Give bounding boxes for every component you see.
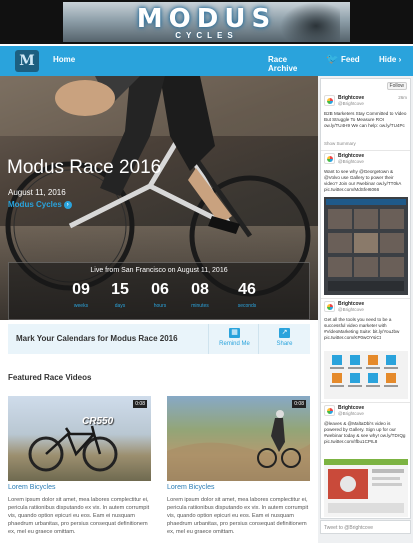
countdown-minutes: 08 (191, 281, 209, 298)
video-duration-badge: 0:08 (133, 400, 147, 408)
hero-title: Modus Race 2016 (7, 157, 162, 178)
live-label: Live from San Francisco on August 11, 20… (90, 267, 228, 274)
nav-home-link[interactable]: Home (53, 55, 75, 64)
tweet-video-grid-image[interactable] (324, 197, 408, 295)
video-brand-text: CR550 (82, 416, 114, 427)
show-summary-link[interactable]: Show Summary (324, 141, 356, 146)
video-card-body-1: Lorem ipsum dolor sit amet, mea labores … (8, 497, 150, 535)
twitter-feed-panel: Follow Brightcove @Brightcove 26m B2B Ma… (318, 76, 413, 543)
video-thumbnail-1[interactable]: CR550 0:08 (8, 396, 151, 481)
countdown-minutes-unit: minutes (191, 303, 209, 309)
tweet-webpage-image[interactable] (324, 459, 408, 517)
hide-feed-button[interactable]: Hide › (379, 55, 401, 64)
featured-videos-heading: Featured Race Videos (8, 373, 92, 382)
countdown-weeks-unit: weeks (73, 303, 89, 309)
brightcove-avatar (324, 405, 335, 416)
tweet[interactable]: Brightcove @Brightcove 26m B2B Marketers… (321, 93, 410, 151)
remind-me-button[interactable]: ▦ Remind Me (208, 324, 260, 354)
tweet[interactable]: Brightcove @Brightcove Want to see why @… (321, 151, 410, 299)
brand-logo[interactable]: MODUS (63, 4, 350, 34)
bike-image-1 (28, 425, 118, 472)
countdown-hours: 06 (151, 281, 169, 298)
tweet[interactable]: Brightcove @Brightcove @leaves & @MaltaD… (321, 403, 410, 518)
share-button[interactable]: ↗ Share (258, 324, 310, 354)
hide-label: Hide (379, 55, 397, 64)
twitter-bird-icon: 🐦 (326, 54, 339, 65)
tweet-to-input[interactable]: Tweet to @Brightcove (320, 520, 411, 534)
tweet-handle: @Brightcove (338, 411, 364, 416)
video-card-body-2: Lorem ipsum dolor sit amet, mea labores … (167, 497, 309, 535)
twitter-timeline[interactable]: Follow Brightcove @Brightcove 26m B2B Ma… (320, 78, 411, 519)
banner-image: MODUS CYCLES (63, 2, 350, 42)
tweet-time: 26m (398, 95, 407, 100)
top-banner: MODUS CYCLES (0, 0, 413, 44)
feed-header: 🐦 Feed Hide › (318, 46, 413, 76)
video-thumbnail-2[interactable]: 0:08 (167, 396, 310, 481)
top-navbar: M Home Race Archive (0, 46, 318, 76)
tweet-text: B2B Marketers Stay Committed to Video Bu… (324, 111, 407, 128)
brightcove-avatar (324, 95, 335, 106)
rider-image-2 (167, 410, 310, 481)
follow-button[interactable]: Follow (386, 82, 407, 90)
share-label: Share (276, 341, 293, 347)
countdown-days-unit: days (114, 303, 126, 309)
countdown-panel: Live from San Francisco on August 11, 20… (8, 262, 310, 320)
tweet-icons-image[interactable] (324, 351, 408, 399)
brightcove-avatar (324, 153, 335, 164)
calendar-bar: Mark Your Calendars for Modus Race 2016 … (8, 324, 310, 354)
countdown-days: 15 (111, 281, 129, 298)
brightcove-avatar (324, 301, 335, 312)
countdown-weeks: 09 (72, 281, 90, 298)
hero-date: August 11, 2016 (8, 188, 66, 197)
countdown-seconds: 46 (238, 281, 256, 298)
video-duration-badge: 0:08 (292, 400, 306, 408)
nav-race-archive-link[interactable]: Race Archive (268, 55, 318, 73)
hero-section: Modus Race 2016 August 11, 2016 Modus Cy… (0, 76, 318, 320)
organizer-label: Modus Cycles (8, 200, 62, 209)
tweet-handle: @Brightcove (338, 159, 364, 164)
tweet[interactable]: Brightcove @Brightcove Get all the tools… (321, 299, 410, 403)
countdown-hours-unit: hours (153, 303, 167, 309)
feed-label: Feed (341, 55, 360, 64)
calendar-text: Mark Your Calendars for Modus Race 2016 (16, 334, 178, 343)
calendar-icon: ▦ (229, 328, 240, 338)
countdown-seconds-unit: seconds (237, 303, 257, 309)
video-card-title-1[interactable]: Lorem Bicycles (8, 484, 55, 491)
site-logo-icon[interactable]: M (15, 50, 39, 72)
video-card-title-2[interactable]: Lorem Bicycles (167, 484, 214, 491)
tweet-text: @leaves & @MaltaDbi's video is powered b… (324, 421, 406, 444)
share-icon: ↗ (279, 328, 290, 338)
page: MODUS CYCLES M Home Race Archive Modus R… (0, 0, 413, 543)
remind-me-label: Remind Me (219, 341, 250, 347)
hero-organizer-link[interactable]: Modus Cycles › (8, 200, 72, 209)
brand-logo-subtitle: CYCLES (175, 31, 238, 40)
tweet-text: Get all the tools you need to be a succe… (324, 317, 400, 340)
tweet-text: Want to see why @Georgetown & @Volvo use… (324, 169, 402, 192)
tweet-handle: @Brightcove (338, 307, 364, 312)
tweet-handle: @Brightcove (338, 101, 364, 106)
chevron-right-icon: › (63, 200, 72, 209)
